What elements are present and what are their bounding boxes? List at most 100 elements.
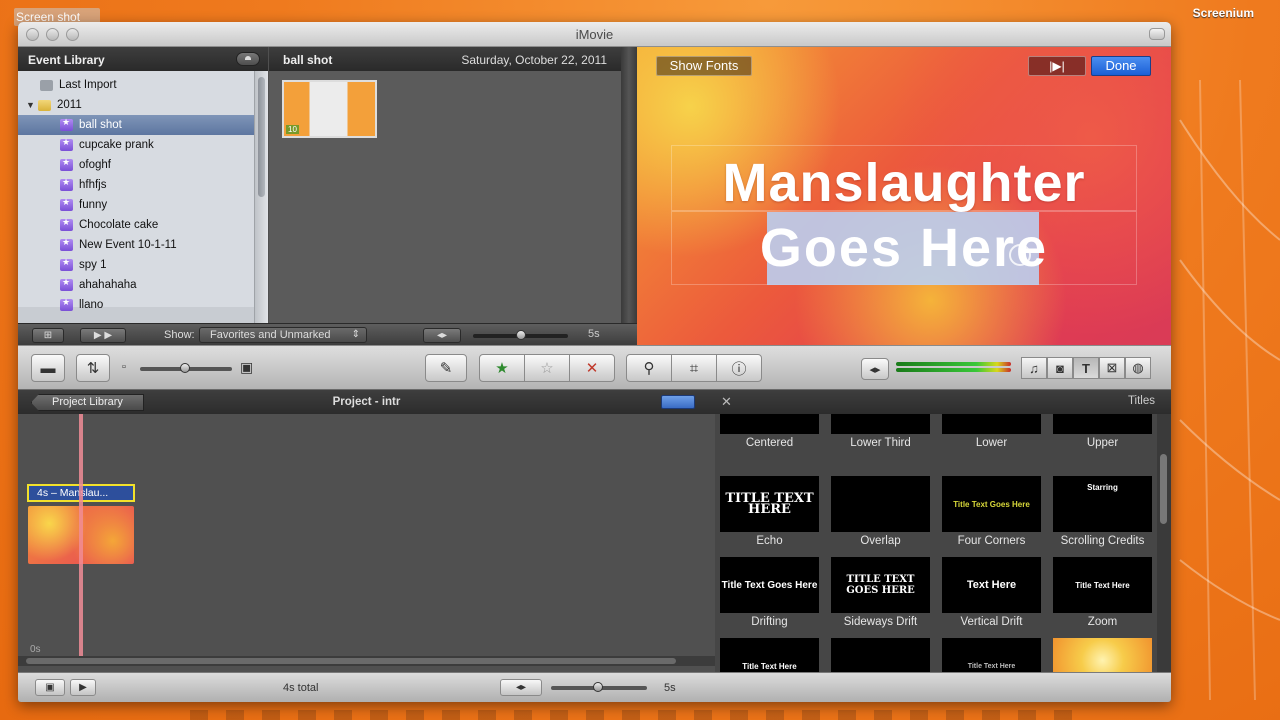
viewer: Show Fonts |▶| Done Manslaughter Goes He… <box>637 47 1171 345</box>
title-bar: iMovie <box>18 22 1171 47</box>
voiceover-icon[interactable]: ✎ <box>425 354 467 382</box>
audio-mute-icon[interactable]: ◂▸ <box>861 358 889 380</box>
toolbar-toggle-button[interactable] <box>1149 28 1165 40</box>
event-item[interactable]: New Event 10-1-11 <box>18 235 268 255</box>
photo-icon[interactable]: ◙ <box>1047 357 1073 379</box>
event-item[interactable]: hfhfjs <box>18 175 268 195</box>
swap-events-projects-icon[interactable]: ⇅ <box>76 354 110 382</box>
large-thumb-icon: ▣ <box>240 359 254 375</box>
event-star-icon <box>60 157 73 171</box>
add-event-icon[interactable]: ⊞ <box>32 328 64 343</box>
title-line-2[interactable]: Goes Here <box>697 217 1111 279</box>
event-item[interactable]: funny <box>18 195 268 215</box>
event-item[interactable]: ahahahaha <box>18 275 268 295</box>
imovie-window: iMovie Event Library Last Import ▼ 2011 … <box>18 22 1171 702</box>
title-style-centered[interactable]: Centered <box>720 414 819 449</box>
event-item[interactable]: spy 1 <box>18 255 268 275</box>
project-view-toggle-icon[interactable] <box>661 395 695 409</box>
title-style-vertical-drift[interactable]: Text Here Vertical Drift <box>942 557 1041 628</box>
event-item-label: 2011 <box>57 99 82 111</box>
title-style[interactable] <box>831 638 930 672</box>
event-item-label: Last Import <box>59 79 117 91</box>
title-style[interactable] <box>1053 638 1152 672</box>
favorite-icon[interactable]: ★ <box>479 354 525 382</box>
title-style[interactable]: Title Text Here <box>720 638 819 672</box>
thumbnail-size-slider-knob[interactable] <box>180 363 190 373</box>
project-scrollbar[interactable] <box>18 656 715 666</box>
title-style-sideways-drift[interactable]: TITLE TEXT GOES HERE Sideways Drift <box>831 557 930 628</box>
event-item-ball-shot[interactable]: ball shot <box>18 115 268 135</box>
unmark-icon[interactable]: ☆ <box>524 354 570 382</box>
event-item-label: New Event 10-1-11 <box>79 239 177 251</box>
play-icon[interactable]: ▶ <box>70 679 96 696</box>
event-clip-thumbnail[interactable]: 10 <box>282 80 377 138</box>
title-style-lower-third[interactable]: Lower Third <box>831 414 930 449</box>
titles-icon[interactable]: T <box>1073 357 1099 379</box>
timeline-start-label: 0s <box>30 644 41 655</box>
crop-icon[interactable]: ⌗ <box>671 354 717 382</box>
event-item[interactable]: llano <box>18 295 268 315</box>
title-style-scrolling-credits[interactable]: Starring Scrolling Credits <box>1053 476 1152 547</box>
title-style-echo[interactable]: TITLE TEXT HERE Echo <box>720 476 819 547</box>
music-icon[interactable]: ♫ <box>1021 357 1047 379</box>
event-star-icon <box>60 177 73 191</box>
event-star-icon <box>60 237 73 251</box>
reject-icon[interactable]: ✕ <box>569 354 615 382</box>
event-star-icon <box>60 257 73 271</box>
title-style-zoom[interactable]: Title Text Here Zoom <box>1053 557 1152 628</box>
show-filter-select[interactable]: Favorites and Unmarked <box>199 327 367 343</box>
event-date: Saturday, October 22, 2011 <box>461 53 607 67</box>
play-project-icon[interactable]: ▣ <box>35 679 65 696</box>
waveform-toggle-icon[interactable]: ◂▸ <box>423 328 461 343</box>
playhead[interactable] <box>79 414 83 656</box>
title-style-upper[interactable]: Upper <box>1053 414 1152 449</box>
close-icon[interactable]: ✕ <box>721 394 732 410</box>
event-item-label: Chocolate cake <box>79 219 159 231</box>
screenium-label: Screenium <box>1192 6 1254 20</box>
transitions-icon[interactable]: ⊠ <box>1099 357 1125 379</box>
titles-browser: Centered Lower Third Lower Upper TITLE T… <box>715 414 1171 672</box>
event-folder-2011[interactable]: ▼ 2011 <box>18 95 268 115</box>
pane-splitter[interactable] <box>621 47 637 323</box>
event-library: Event Library Last Import ▼ 2011 ball sh… <box>18 47 268 323</box>
play-full-screen-button[interactable]: |▶| <box>1028 56 1086 76</box>
maps-icon[interactable]: ◍ <box>1125 357 1151 379</box>
event-library-scrollbar[interactable] <box>254 71 268 323</box>
project-zoom-slider-knob[interactable] <box>593 682 603 692</box>
show-fonts-button[interactable]: Show Fonts <box>656 56 752 76</box>
titles-scrollbar[interactable] <box>1157 414 1171 672</box>
dock <box>190 710 1090 720</box>
event-star-icon <box>60 277 73 291</box>
title-style-lower[interactable]: Lower <box>942 414 1041 449</box>
event-star-icon <box>60 137 73 151</box>
event-item-label: spy 1 <box>79 259 107 271</box>
done-button[interactable]: Done <box>1091 56 1151 76</box>
disclosure-triangle-icon[interactable]: ▼ <box>26 100 38 110</box>
camera-import-icon[interactable]: ▬ <box>31 354 65 382</box>
project-title: Project - intr <box>332 396 401 408</box>
info-icon[interactable]: ⓘ <box>716 354 762 382</box>
eject-icon[interactable] <box>236 52 260 66</box>
event-item[interactable]: cupcake prank <box>18 135 268 155</box>
title-style[interactable]: Title Text Here <box>942 638 1041 672</box>
dropper-icon[interactable]: ⚲ <box>626 354 672 382</box>
event-star-icon <box>60 297 73 311</box>
event-star-icon <box>60 197 73 211</box>
title-style-overlap[interactable]: Overlap <box>831 476 930 547</box>
project-total-duration: 4s total <box>283 682 319 694</box>
event-item[interactable]: Chocolate cake <box>18 215 268 235</box>
title-style-drifting[interactable]: Title Text Goes Here Drifting <box>720 557 819 628</box>
title-line-1[interactable]: Manslaughter <box>697 152 1111 214</box>
project-zoom-duration: 5s <box>664 682 676 694</box>
play-event-icon[interactable]: ▶ ▶ <box>80 328 126 343</box>
waveform-toggle-icon[interactable]: ◂▸ <box>500 679 542 696</box>
title-style-four-corners[interactable]: Title Text Goes Here Four Corners <box>942 476 1041 547</box>
event-item[interactable]: ofoghf <box>18 155 268 175</box>
event-footer-bar: ⊞ ▶ ▶ Show: Favorites and Unmarked ◂▸ 5s <box>18 323 637 345</box>
project-header: Project Library Project - intr <box>18 390 715 414</box>
event-zoom-slider-knob[interactable] <box>516 330 526 340</box>
show-label: Show: <box>164 329 195 341</box>
event-item-last-import[interactable]: Last Import <box>18 75 268 95</box>
event-library-header: Event Library <box>18 47 268 71</box>
event-name: ball shot <box>283 53 333 67</box>
